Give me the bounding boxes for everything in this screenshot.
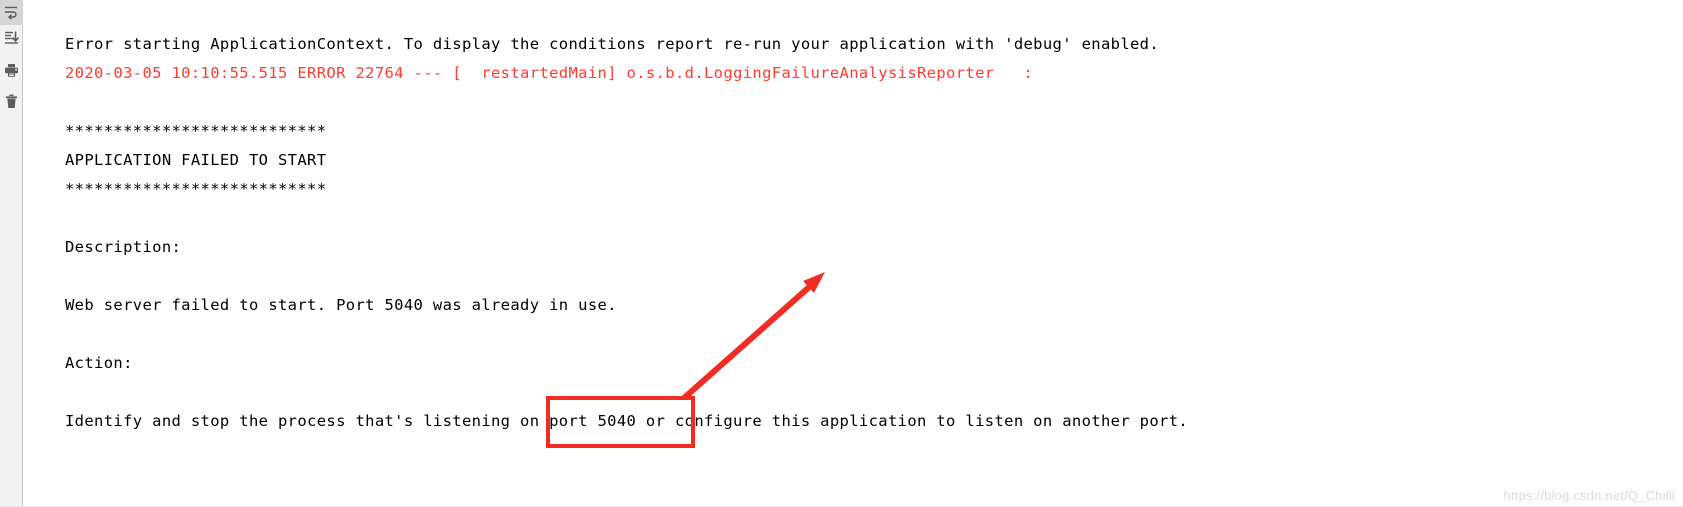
console-line: Web server failed to start. Port 5040 wa…	[65, 296, 617, 314]
console-line: Action:	[65, 354, 133, 372]
soft-wrap-button[interactable]	[0, 0, 23, 25]
console-toolbar	[0, 0, 23, 507]
console-line: Description:	[65, 238, 182, 256]
console-line: APPLICATION FAILED TO START	[65, 151, 327, 169]
scroll-to-end-button[interactable]	[0, 25, 23, 50]
console-window: Error starting ApplicationContext. To di…	[0, 0, 1683, 507]
console-line: 2020-03-05 10:10:55.515 ERROR 22764 --- …	[65, 64, 1034, 82]
soft-wrap-icon	[4, 5, 19, 20]
scroll-to-end-icon	[4, 30, 19, 45]
console-text: Error starting ApplicationContext. To di…	[23, 0, 1683, 436]
console-line: Identify and stop the process that's lis…	[65, 412, 1189, 430]
console-line: ***************************	[65, 122, 327, 140]
console-output-pane[interactable]: Error starting ApplicationContext. To di…	[23, 0, 1683, 507]
clear-all-button[interactable]	[0, 89, 23, 114]
print-button[interactable]	[0, 58, 23, 83]
trash-icon	[4, 94, 19, 109]
console-line: Error starting ApplicationContext. To di…	[65, 35, 1160, 53]
watermark: https://blog.csdn.net/Q_Chilli	[1503, 488, 1675, 503]
print-icon	[4, 63, 19, 78]
console-line: ***************************	[65, 180, 327, 198]
